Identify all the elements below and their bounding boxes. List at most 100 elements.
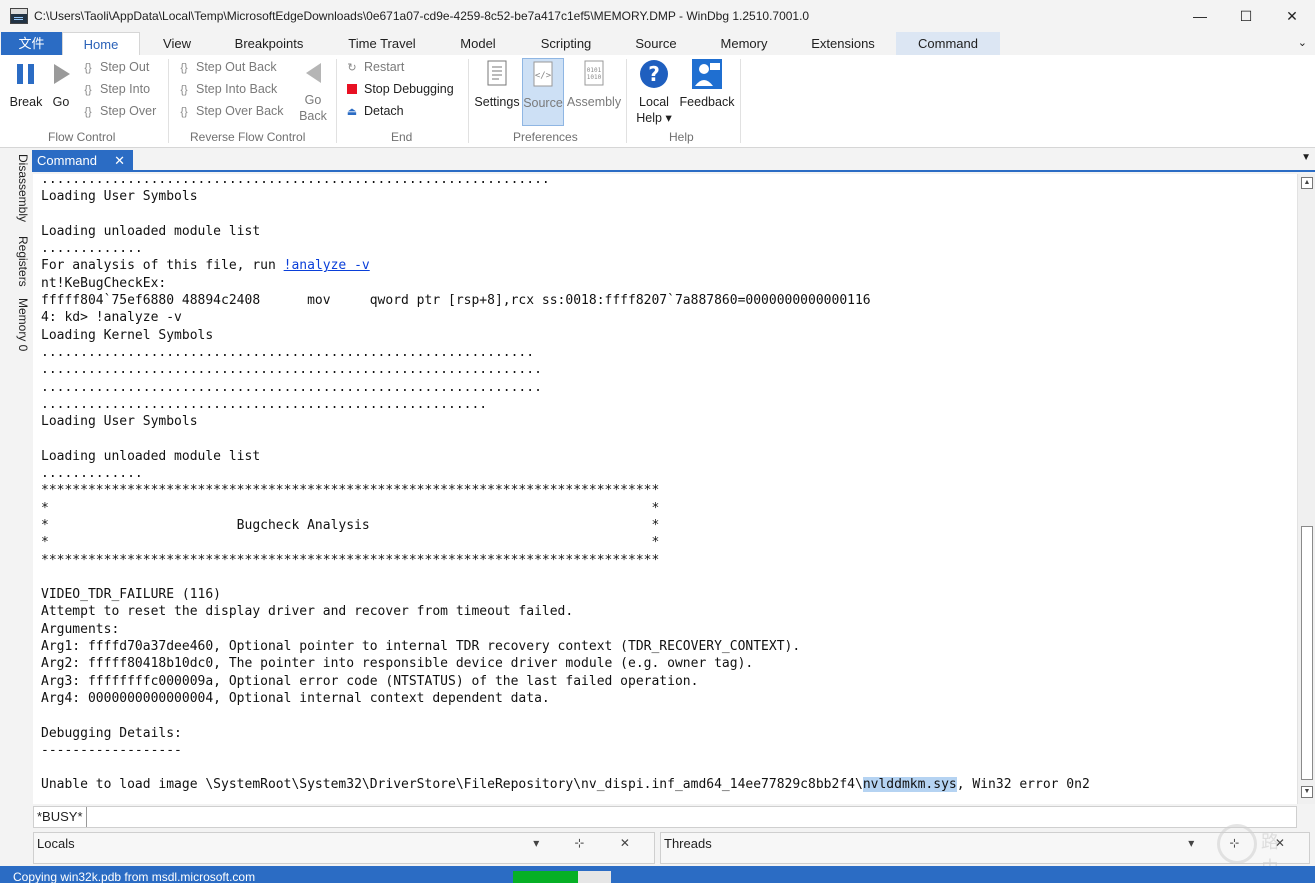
step-into-back-button[interactable]: {} Step Into Back bbox=[176, 79, 277, 99]
go-button[interactable]: Go bbox=[48, 58, 74, 110]
step-into-button[interactable]: {} Step Into bbox=[80, 79, 150, 99]
command-input[interactable] bbox=[91, 808, 1291, 826]
step-over-label: Step Over bbox=[100, 104, 157, 118]
step-out-back-icon: {} bbox=[180, 62, 188, 74]
ribbon-separator bbox=[168, 59, 169, 143]
step-into-back-label: Step Into Back bbox=[196, 82, 278, 96]
window-title: C:\Users\Taoli\AppData\Local\Temp\Micros… bbox=[34, 9, 810, 23]
selected-driver-name: nvlddmkm.sys bbox=[862, 777, 957, 793]
close-window-button[interactable]: ✕ bbox=[1269, 0, 1315, 32]
status-text: Copying win32k.pdb from msdl.microsoft.c… bbox=[13, 870, 256, 883]
busy-indicator: *BUSY* bbox=[34, 807, 87, 827]
ribbon-separator bbox=[626, 59, 627, 143]
locals-panel-buttons[interactable]: ▾ ⊹ ✕ bbox=[533, 836, 646, 850]
tab-view[interactable]: View bbox=[148, 32, 206, 55]
close-icon[interactable]: ✕ bbox=[114, 150, 125, 171]
window-controls: — ☐ ✕ bbox=[1177, 0, 1315, 32]
local-help-label-2: Help ▾ bbox=[636, 111, 672, 125]
source-code-icon: </> bbox=[533, 61, 553, 87]
progress-fill bbox=[513, 871, 578, 883]
window-menu-icon[interactable]: ▼ bbox=[1301, 152, 1311, 163]
ribbon: Break Go {} Step Out {} Step Into {} Step O… bbox=[0, 55, 1315, 148]
command-output[interactable]: ........................................… bbox=[33, 174, 1297, 804]
scroll-down-icon[interactable]: ▼ bbox=[1301, 786, 1313, 798]
source-mode-button[interactable]: </> Source bbox=[522, 58, 564, 126]
output-scrollbar[interactable]: ▲ ▼ bbox=[1297, 174, 1315, 804]
feedback-label: Feedback bbox=[679, 95, 735, 109]
detach-button[interactable]: ⏏ Detach bbox=[344, 101, 404, 121]
locals-panel: Locals ▾ ⊹ ✕ bbox=[33, 832, 655, 864]
tab-model[interactable]: Model bbox=[447, 32, 509, 55]
step-out-button[interactable]: {} Step Out bbox=[80, 57, 149, 77]
step-over-button[interactable]: {} Step Over bbox=[80, 101, 156, 121]
go-back-label-2: Back bbox=[299, 109, 327, 123]
tab-home[interactable]: Home bbox=[62, 32, 140, 55]
restart-button[interactable]: ↻ Restart bbox=[344, 57, 404, 77]
group-label-reverse-flow: Reverse Flow Control bbox=[190, 130, 306, 144]
assembly-mode-button[interactable]: 0101 1010 Assembly bbox=[566, 58, 622, 110]
step-over-back-icon: {} bbox=[180, 106, 188, 118]
step-out-label: Step Out bbox=[100, 60, 150, 74]
reverse-play-icon bbox=[306, 63, 321, 83]
maximize-button[interactable]: ☐ bbox=[1223, 0, 1269, 32]
feedback-button[interactable]: Feedback bbox=[678, 58, 736, 110]
break-label: Break bbox=[9, 95, 43, 109]
svg-text:1010: 1010 bbox=[587, 74, 602, 81]
assembly-label: Assembly bbox=[566, 95, 622, 109]
ribbon-tabs: 文件 Home View Breakpoints Time Travel Mod… bbox=[0, 32, 1315, 55]
ribbon-separator bbox=[468, 59, 469, 143]
group-label-preferences: Preferences bbox=[513, 130, 578, 144]
side-tab-memory[interactable]: Memory 0 bbox=[8, 298, 30, 351]
group-label-end: End bbox=[391, 130, 413, 144]
step-into-label: Step Into bbox=[100, 82, 151, 96]
go-back-button[interactable]: Go Back bbox=[296, 58, 330, 124]
settings-label: Settings bbox=[474, 95, 520, 109]
step-out-back-button[interactable]: {} Step Out Back bbox=[176, 57, 276, 77]
scroll-up-icon[interactable]: ▲ bbox=[1301, 177, 1313, 189]
command-input-bar: *BUSY* bbox=[33, 806, 1297, 828]
break-button[interactable]: Break bbox=[6, 58, 46, 110]
eject-icon: ⏏ bbox=[346, 106, 358, 118]
watermark-circle-icon bbox=[1217, 824, 1257, 864]
tab-memory[interactable]: Memory bbox=[708, 32, 780, 55]
source-label: Source bbox=[523, 96, 563, 110]
side-tab-registers[interactable]: Registers bbox=[8, 236, 30, 287]
scroll-thumb[interactable] bbox=[1301, 526, 1313, 780]
stop-debugging-button[interactable]: Stop Debugging bbox=[344, 79, 454, 99]
command-tab-label: Command bbox=[37, 153, 97, 168]
analyze-link[interactable]: !analyze -v bbox=[284, 258, 370, 273]
tab-command-window[interactable]: Command ✕ bbox=[32, 150, 133, 172]
go-label: Go bbox=[52, 95, 70, 109]
tab-command[interactable]: Command bbox=[896, 32, 1000, 55]
tab-source[interactable]: Source bbox=[624, 32, 688, 55]
step-over-back-button[interactable]: {} Step Over Back bbox=[176, 101, 283, 121]
command-window-tabbar: Command ✕ ▼ bbox=[32, 150, 1315, 172]
tab-file[interactable]: 文件 bbox=[1, 32, 62, 55]
tab-extensions[interactable]: Extensions bbox=[800, 32, 886, 55]
ribbon-separator bbox=[336, 59, 337, 143]
local-help-button[interactable]: ? Local Help ▾ bbox=[634, 58, 674, 126]
step-out-icon: {} bbox=[84, 62, 92, 74]
side-tab-disassembly[interactable]: Disassembly bbox=[8, 154, 30, 222]
settings-button[interactable]: Settings bbox=[474, 58, 520, 110]
step-into-back-icon: {} bbox=[180, 84, 188, 96]
tab-breakpoints[interactable]: Breakpoints bbox=[222, 32, 316, 55]
watermark-logo: 路由器 bbox=[1217, 820, 1287, 879]
restart-label: Restart bbox=[364, 60, 405, 74]
tab-scripting[interactable]: Scripting bbox=[528, 32, 604, 55]
tab-time-travel[interactable]: Time Travel bbox=[336, 32, 428, 55]
local-help-label-1: Local bbox=[639, 95, 669, 109]
svg-text:?: ? bbox=[648, 62, 660, 86]
windbg-app-icon bbox=[10, 8, 28, 24]
group-label-flow-control: Flow Control bbox=[48, 130, 116, 144]
threads-panel: Threads ▾ ⊹ ✕ bbox=[660, 832, 1310, 864]
title-bar: C:\Users\Taoli\AppData\Local\Temp\Micros… bbox=[0, 0, 1315, 32]
command-output-text: ........................................… bbox=[33, 174, 1090, 794]
group-label-help: Help bbox=[669, 130, 694, 144]
go-back-label-1: Go bbox=[304, 93, 322, 107]
play-icon bbox=[54, 64, 70, 84]
step-over-icon: {} bbox=[84, 106, 92, 118]
collapse-ribbon-chevron-icon[interactable]: ⌄ bbox=[1298, 36, 1307, 49]
minimize-button[interactable]: — bbox=[1177, 0, 1223, 32]
stop-icon bbox=[344, 80, 360, 100]
